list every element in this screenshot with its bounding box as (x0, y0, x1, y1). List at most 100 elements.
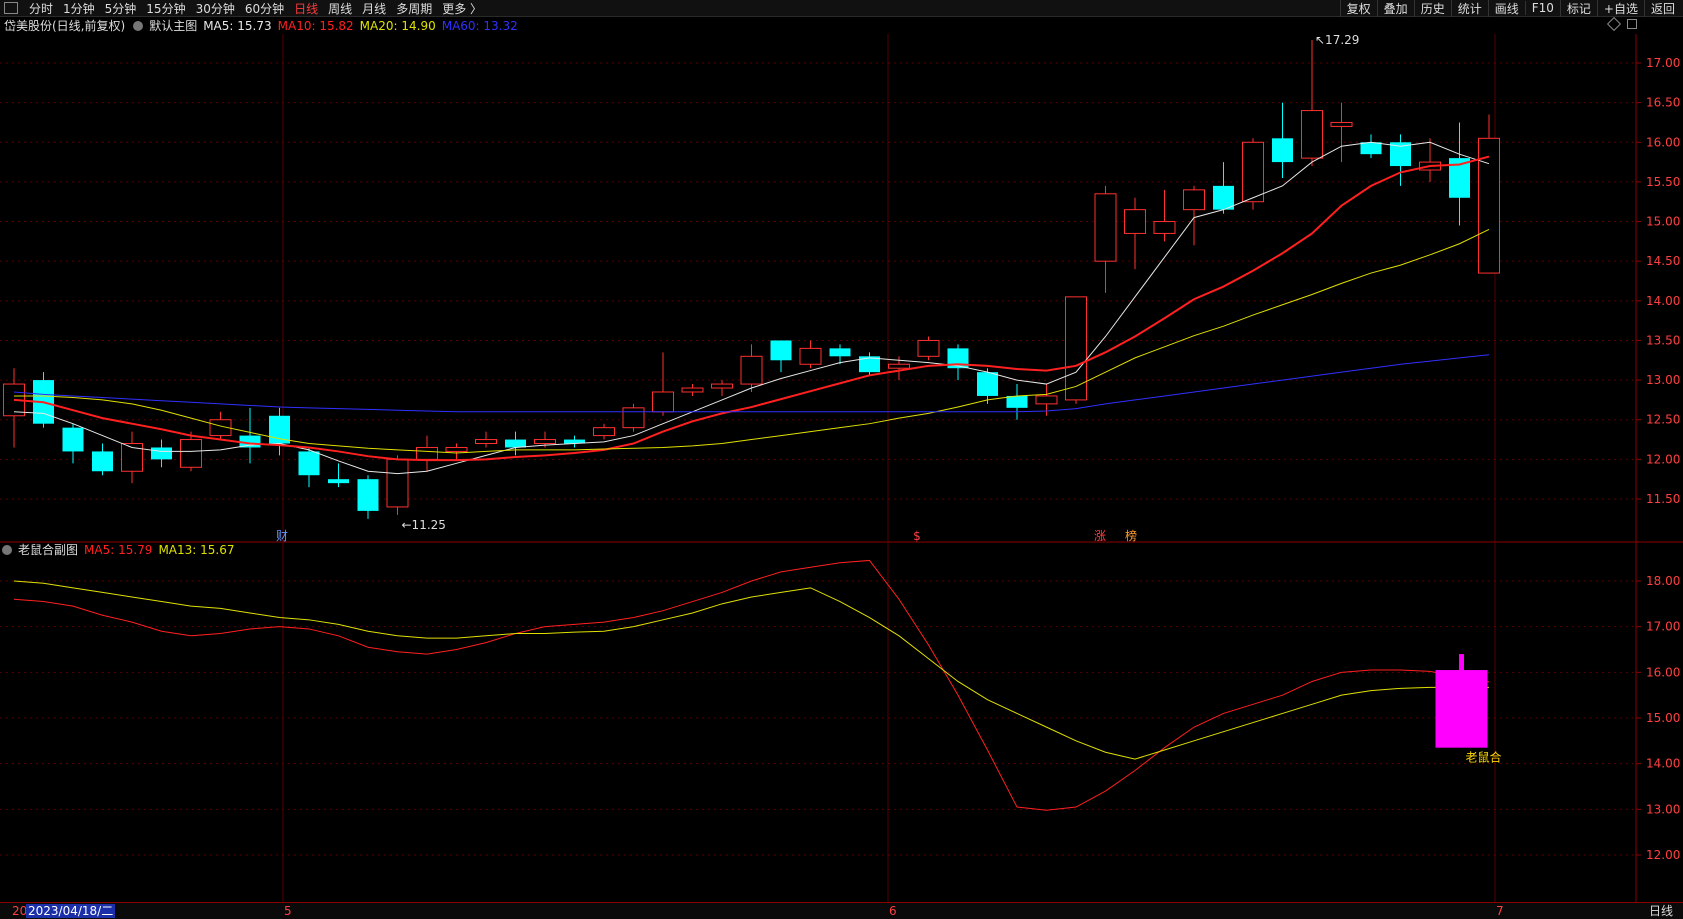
ma-legend-item: MA10: 15.82 (277, 18, 354, 33)
candle-body (1124, 209, 1146, 234)
candle-body (711, 383, 733, 389)
period-tab[interactable]: 月线 (362, 0, 386, 17)
candle-body (62, 427, 84, 452)
time-axis: 20 2023/04/18/二 5 6 7 日线 (0, 902, 1683, 919)
period-tab[interactable]: 周线 (328, 0, 352, 17)
stock-title: 岱美股份(日线,前复权) (4, 19, 126, 33)
main-panel-info: 岱美股份(日线,前复权) 默认主图 MA5: 15.73 MA10: 15.82 M… (0, 17, 530, 34)
toolbar-button[interactable]: 复权 (1339, 0, 1377, 17)
candle-body (652, 391, 674, 413)
sub-tick-label: 15.00 (1646, 711, 1680, 725)
top-toolbar: 分时 1分钟 5分钟 15分钟 30分钟 60分钟 日线 周线 月线 多周期 更多 〉 复权 叠加 历史… (0, 0, 1683, 17)
event-marker: $ (913, 529, 921, 543)
toolbar-button[interactable]: +自选 (1596, 0, 1644, 17)
candle-body (1065, 296, 1087, 401)
candle-body (917, 339, 940, 357)
candle-body (328, 479, 349, 484)
candle-body (1272, 138, 1293, 163)
candle-body (770, 340, 792, 361)
candle-body (1301, 110, 1323, 159)
candle-body (593, 427, 615, 437)
low-price-label: ←11.25 (402, 518, 446, 532)
panel-window-icons (1606, 16, 1637, 32)
period-label[interactable]: 日线 (1649, 903, 1673, 919)
price-tick-label: 13.00 (1646, 373, 1680, 387)
price-tick-label: 14.50 (1646, 254, 1680, 268)
dropdown-icon[interactable] (133, 20, 144, 31)
toolbar-button[interactable]: 叠加 (1376, 0, 1414, 17)
candle-body (1006, 395, 1028, 408)
candle-body (298, 451, 320, 476)
toolbar-button[interactable]: F10 (1524, 1, 1560, 15)
date-prefix: 20 (12, 904, 28, 918)
sub-tick-label: 14.00 (1646, 757, 1680, 771)
candle-body (416, 446, 438, 460)
candle-body (829, 348, 851, 357)
sub-tick-label: 12.00 (1646, 848, 1680, 862)
toolbar-right-buttons: 复权 叠加 历史 统计 画线 F10 标记 +自选 返回 (1339, 0, 1681, 17)
candle-body (357, 479, 379, 511)
candle-body (386, 458, 409, 508)
candle-body (1153, 221, 1176, 234)
candle-body (1183, 189, 1205, 211)
candle-body (534, 439, 556, 445)
period-tab[interactable]: 分时 (29, 0, 53, 17)
kline-chart[interactable]: 11.50 12.00 12.50 13.00 13.50 14.00 14.50 15.00… (0, 34, 1683, 902)
candle-body (269, 415, 290, 444)
candle-body (445, 446, 468, 452)
price-tick-label: 15.50 (1646, 175, 1680, 189)
candle-body (622, 407, 645, 429)
price-tick-label: 13.50 (1646, 333, 1680, 347)
candle-body (92, 451, 113, 472)
candle-body (977, 372, 998, 396)
month-tick: 7 (1496, 904, 1504, 918)
month-tick: 5 (284, 904, 292, 918)
candle-body (799, 347, 822, 365)
sub-line-ma13 (13, 580, 1489, 760)
period-tab[interactable]: 1分钟 (63, 0, 95, 17)
ma-line-ma10 (13, 155, 1490, 462)
candle-body (888, 363, 910, 369)
app-icon[interactable] (4, 2, 18, 14)
ma-legend-item: MA5: 15.73 (203, 18, 272, 33)
toolbar-button[interactable]: 画线 (1487, 0, 1525, 17)
toolbar-button[interactable]: 标记 (1559, 0, 1597, 17)
period-tab[interactable]: 30分钟 (196, 0, 235, 17)
candle-body (1242, 141, 1264, 203)
period-tab[interactable]: 15分钟 (146, 0, 185, 17)
signal-bar (1435, 670, 1488, 748)
month-tick: 6 (889, 904, 897, 918)
period-tab[interactable]: 5分钟 (105, 0, 137, 17)
toolbar-button[interactable]: 统计 (1450, 0, 1488, 17)
period-tab[interactable]: 60分钟 (245, 0, 284, 17)
candle-body (505, 439, 526, 448)
window-icon[interactable] (1627, 19, 1637, 29)
ma-legend-item: MA20: 14.90 (359, 18, 436, 33)
price-tick-label: 17.00 (1646, 56, 1680, 70)
period-tabs: 分时 1分钟 5分钟 15分钟 30分钟 60分钟 日线 周线 月线 多周期 更多 〉 (0, 0, 487, 16)
high-price-label: ↖17.29 (1315, 34, 1359, 47)
template-name[interactable]: 默认主图 (149, 17, 197, 34)
price-tick-label: 15.00 (1646, 215, 1680, 229)
toolbar-button[interactable]: 历史 (1413, 0, 1451, 17)
ma-line-ma5 (13, 141, 1490, 475)
price-tick-label: 11.50 (1646, 492, 1680, 506)
candle-body (1094, 193, 1117, 262)
price-tick-label: 12.00 (1646, 452, 1680, 466)
event-marker: 榜 (1125, 528, 1137, 543)
candle-body (475, 439, 497, 445)
toolbar-button[interactable]: 返回 (1643, 0, 1681, 17)
diamond-icon[interactable] (1606, 16, 1622, 32)
candle-body (151, 447, 172, 460)
candle-body (740, 355, 763, 385)
sub-tick-label: 16.00 (1646, 665, 1680, 679)
price-tick-label: 16.50 (1646, 96, 1680, 110)
ma-legend-item: MA60: 13.32 (441, 18, 518, 33)
period-tab[interactable]: 日线 (294, 0, 318, 17)
period-tab[interactable]: 更多 〉 (442, 0, 482, 17)
sub-tick-label: 18.00 (1646, 574, 1680, 588)
candle-body (1213, 185, 1234, 210)
period-tab[interactable]: 多周期 (396, 0, 432, 17)
sub-tick-label: 17.00 (1646, 620, 1680, 634)
event-marker: 财 (276, 529, 288, 543)
